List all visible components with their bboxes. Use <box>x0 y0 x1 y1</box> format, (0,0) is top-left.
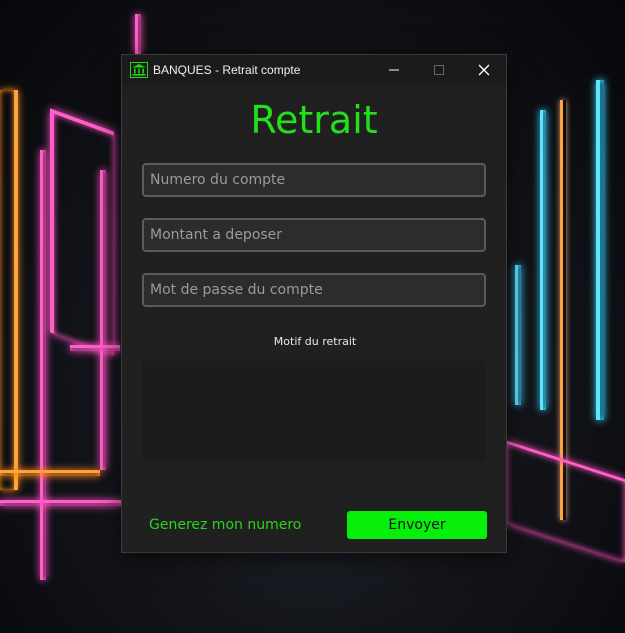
minimize-icon <box>388 69 399 71</box>
close-button[interactable] <box>461 55 506 85</box>
generate-number-link[interactable]: Generez mon numero <box>149 517 301 533</box>
window-title: BANQUES - Retrait compte <box>153 63 301 77</box>
account-number-input[interactable] <box>142 163 486 197</box>
reason-textarea[interactable] <box>142 361 486 461</box>
page-title: Retrait <box>250 98 378 142</box>
withdrawal-window: BANQUES - Retrait compte Retrait Motif d… <box>121 54 507 553</box>
title-bar: BANQUES - Retrait compte <box>122 55 506 85</box>
maximize-button[interactable] <box>416 55 461 85</box>
bank-icon <box>130 61 148 79</box>
maximize-icon <box>433 65 444 75</box>
close-icon <box>478 64 489 76</box>
send-button[interactable]: Envoyer <box>347 511 487 539</box>
password-input[interactable] <box>142 273 486 307</box>
reason-label: Motif du retrait <box>273 335 357 348</box>
amount-input[interactable] <box>142 218 486 252</box>
minimize-button[interactable] <box>371 55 416 85</box>
